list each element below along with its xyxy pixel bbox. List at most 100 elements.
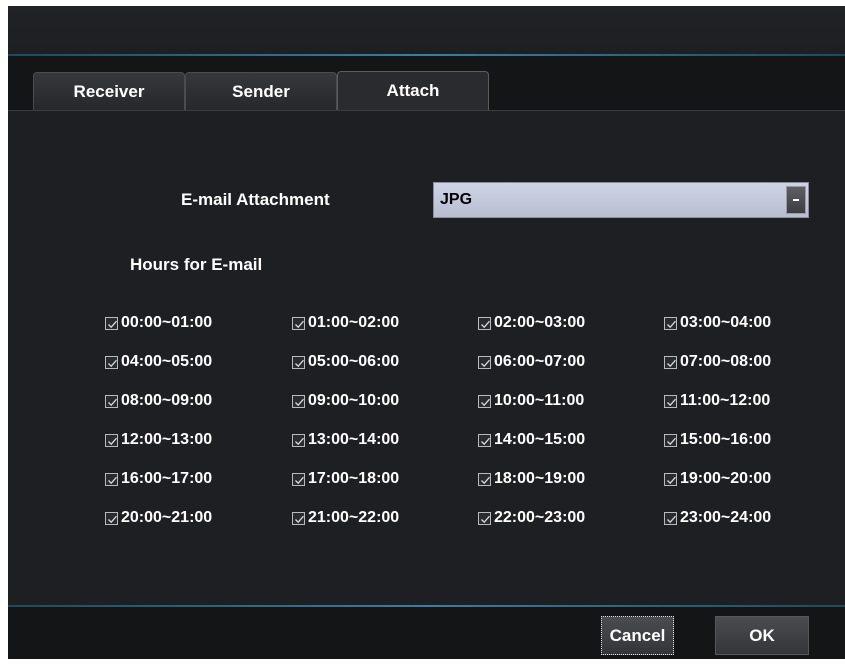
hour-checkbox-item[interactable]: 01:00~02:00 (292, 312, 399, 334)
hour-label: 21:00~22:00 (308, 509, 400, 526)
hour-label: 14:00~15:00 (494, 431, 586, 448)
tab-receiver[interactable]: Receiver (33, 72, 185, 111)
tab-sender[interactable]: Sender (185, 72, 337, 111)
hour-checkbox-item[interactable]: 20:00~21:00 (105, 507, 212, 529)
checkbox[interactable] (478, 433, 491, 447)
checkbox[interactable] (292, 316, 305, 330)
checkmark-icon (295, 515, 304, 523)
hour-label: 15:00~16:00 (680, 431, 772, 448)
checkmark-icon (108, 515, 117, 523)
email-settings-dialog: Receiver Sender Attach E-mail Attachment… (8, 6, 845, 659)
email-attachment-select[interactable]: JPG (433, 182, 809, 218)
checkbox[interactable] (478, 355, 491, 369)
checkbox[interactable] (478, 316, 491, 330)
hour-label: 10:00~11:00 (494, 392, 585, 409)
hour-checkbox-item[interactable]: 09:00~10:00 (292, 390, 399, 412)
hour-checkbox-item[interactable]: 06:00~07:00 (478, 351, 585, 373)
checkmark-icon (667, 515, 676, 523)
hour-label: 09:00~10:00 (308, 392, 400, 409)
hour-checkbox-item[interactable]: 17:00~18:00 (292, 468, 399, 490)
checkbox[interactable] (664, 511, 677, 525)
checkmark-icon (481, 320, 490, 328)
ok-button[interactable]: OK (715, 616, 809, 655)
checkmark-icon (481, 437, 490, 445)
hour-label: 04:00~05:00 (121, 353, 213, 370)
hour-checkbox-item[interactable]: 05:00~06:00 (292, 351, 399, 373)
hour-checkbox-item[interactable]: 22:00~23:00 (478, 507, 585, 529)
checkmark-icon (295, 437, 304, 445)
title-bar (8, 6, 845, 54)
checkbox[interactable] (478, 472, 491, 486)
checkbox[interactable] (292, 433, 305, 447)
checkmark-icon (667, 359, 676, 367)
hour-checkbox-item[interactable]: 19:00~20:00 (664, 468, 771, 490)
hour-label: 12:00~13:00 (121, 431, 213, 448)
hour-checkbox-item[interactable]: 02:00~03:00 (478, 312, 585, 334)
hour-label: 08:00~09:00 (121, 392, 213, 409)
hour-checkbox-item[interactable]: 13:00~14:00 (292, 429, 399, 451)
footer-bar: Cancel OK (8, 607, 845, 659)
checkmark-icon (108, 437, 117, 445)
checkbox[interactable] (664, 433, 677, 447)
checkbox[interactable] (105, 394, 118, 408)
hour-checkbox-item[interactable]: 15:00~16:00 (664, 429, 771, 451)
hour-label: 00:00~01:00 (121, 314, 213, 331)
checkmark-icon (295, 476, 304, 484)
hour-label: 18:00~19:00 (494, 470, 586, 487)
checkmark-icon (667, 437, 676, 445)
checkbox[interactable] (105, 355, 118, 369)
checkbox[interactable] (478, 394, 491, 408)
hour-checkbox-item[interactable]: 12:00~13:00 (105, 429, 212, 451)
checkmark-icon (667, 320, 676, 328)
checkbox[interactable] (292, 511, 305, 525)
checkmark-icon (295, 398, 304, 406)
checkmark-icon (481, 515, 490, 523)
checkbox[interactable] (105, 511, 118, 525)
cancel-button[interactable]: Cancel (601, 616, 674, 655)
hour-checkbox-item[interactable]: 23:00~24:00 (664, 507, 771, 529)
checkmark-icon (481, 359, 490, 367)
hour-label: 17:00~18:00 (308, 470, 400, 487)
hours-for-email-label: Hours for E-mail (130, 255, 263, 274)
hour-checkbox-item[interactable]: 14:00~15:00 (478, 429, 585, 451)
checkmark-icon (108, 320, 117, 328)
checkbox[interactable] (292, 472, 305, 486)
checkbox[interactable] (105, 472, 118, 486)
hour-label: 13:00~14:00 (308, 431, 400, 448)
hour-label: 05:00~06:00 (308, 353, 400, 370)
checkbox[interactable] (105, 316, 118, 330)
hour-checkbox-item[interactable]: 08:00~09:00 (105, 390, 212, 412)
checkmark-icon (108, 476, 117, 484)
hour-label: 19:00~20:00 (680, 470, 772, 487)
hour-label: 20:00~21:00 (121, 509, 213, 526)
checkmark-icon (108, 398, 117, 406)
hour-label: 06:00~07:00 (494, 353, 586, 370)
hour-checkbox-item[interactable]: 07:00~08:00 (664, 351, 771, 373)
checkbox[interactable] (664, 355, 677, 369)
hours-grid: 00:00~01:00 01:00~02:00 02:00~03:00 03:00~0… (105, 312, 805, 526)
hour-checkbox-item[interactable]: 16:00~17:00 (105, 468, 212, 490)
checkmark-icon (481, 398, 490, 406)
email-attachment-value: JPG (440, 191, 473, 208)
hour-checkbox-item[interactable]: 21:00~22:00 (292, 507, 399, 529)
hour-checkbox-item[interactable]: 04:00~05:00 (105, 351, 212, 373)
hour-label: 16:00~17:00 (121, 470, 213, 487)
hour-checkbox-item[interactable]: 18:00~19:00 (478, 468, 585, 490)
checkbox[interactable] (664, 394, 677, 408)
checkbox[interactable] (292, 394, 305, 408)
checkbox[interactable] (664, 472, 677, 486)
checkbox[interactable] (292, 355, 305, 369)
hour-checkbox-item[interactable]: 10:00~11:00 (478, 390, 584, 412)
checkbox[interactable] (105, 433, 118, 447)
tab-bar: Receiver Sender Attach (8, 56, 845, 111)
checkmark-icon (295, 320, 304, 328)
tab-attach[interactable]: Attach (337, 71, 489, 111)
dropdown-arrow-icon[interactable] (786, 186, 806, 214)
hour-checkbox-item[interactable]: 03:00~04:00 (664, 312, 771, 334)
checkbox[interactable] (664, 316, 677, 330)
hour-label: 23:00~24:00 (680, 509, 772, 526)
hour-checkbox-item[interactable]: 11:00~12:00 (664, 390, 770, 412)
email-attachment-label: E-mail Attachment (181, 190, 330, 209)
checkbox[interactable] (478, 511, 491, 525)
hour-checkbox-item[interactable]: 00:00~01:00 (105, 312, 212, 334)
